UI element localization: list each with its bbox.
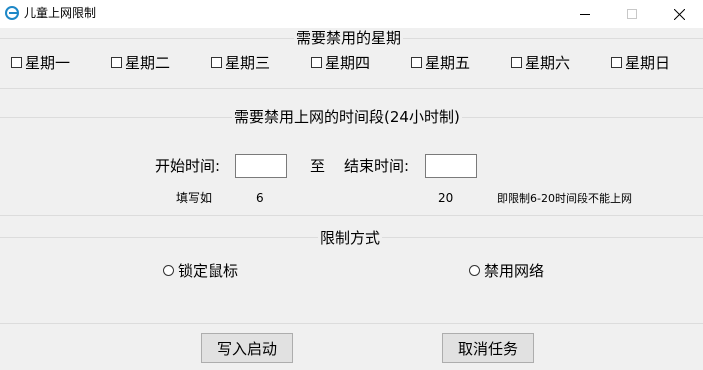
weekday-checkbox-thu[interactable]: 星期四: [311, 53, 371, 72]
checkbox-icon: [311, 56, 322, 68]
radio-disable-network[interactable]: 禁用网络: [469, 261, 545, 280]
cancel-task-button[interactable]: 取消任务: [442, 333, 534, 363]
weekday-checkbox-sat[interactable]: 星期六: [511, 53, 571, 72]
weekday-label: 星期一: [25, 53, 71, 72]
method-group-title: 限制方式: [318, 229, 383, 247]
checkbox-icon: [111, 56, 122, 68]
maximize-icon: [627, 9, 637, 19]
weekday-label: 星期三: [225, 53, 271, 72]
radio-lock-mouse[interactable]: 锁定鼠标: [163, 261, 239, 280]
write-start-button[interactable]: 写入启动: [201, 333, 293, 363]
hint-start-value: 6: [256, 191, 264, 205]
weekday-label: 星期四: [325, 53, 371, 72]
time-group-title: 需要禁用上网的时间段(24小时制): [232, 108, 462, 126]
weekday-label: 星期二: [125, 53, 171, 72]
radio-icon: [469, 264, 480, 276]
weekday-checkbox-tue[interactable]: 星期二: [111, 53, 171, 72]
checkbox-icon: [411, 56, 422, 68]
hint-note: 即限制6-20时间段不能上网: [497, 192, 632, 205]
weekday-label: 星期日: [625, 53, 671, 72]
start-time-label: 开始时间:: [155, 157, 221, 175]
start-time-input[interactable]: [235, 154, 287, 178]
end-time-label: 结束时间:: [344, 157, 410, 175]
close-icon: [673, 8, 685, 20]
checkbox-icon: [211, 56, 222, 68]
method-group-bottom: [0, 323, 703, 324]
hint-end-value: 20: [438, 191, 454, 205]
minimize-button[interactable]: [562, 0, 608, 28]
weekday-checkbox-mon[interactable]: 星期一: [11, 53, 71, 72]
weekday-checkbox-sun[interactable]: 星期日: [611, 53, 671, 72]
end-time-input[interactable]: [425, 154, 477, 178]
checkbox-icon: [11, 56, 22, 68]
weekday-label: 星期五: [425, 53, 471, 72]
hint-label: 填写如: [176, 191, 213, 205]
app-icon: [5, 6, 19, 20]
weekday-checkbox-fri[interactable]: 星期五: [411, 53, 471, 72]
time-group-bottom: [0, 215, 703, 216]
weekday-label: 星期六: [525, 53, 571, 72]
checkbox-icon: [511, 56, 522, 68]
maximize-button[interactable]: [609, 0, 655, 28]
to-label: 至: [310, 157, 326, 175]
weekday-group-bottom: [0, 88, 703, 89]
minimize-icon: [580, 14, 590, 15]
window-title: 儿童上网限制: [24, 6, 97, 20]
close-button[interactable]: [656, 0, 702, 28]
weekday-checkbox-wed[interactable]: 星期三: [211, 53, 271, 72]
radio-label: 锁定鼠标: [178, 261, 239, 280]
radio-icon: [163, 264, 174, 276]
weekday-group-title: 需要禁用的星期: [294, 29, 404, 47]
checkbox-icon: [611, 56, 622, 68]
radio-label: 禁用网络: [484, 261, 545, 280]
